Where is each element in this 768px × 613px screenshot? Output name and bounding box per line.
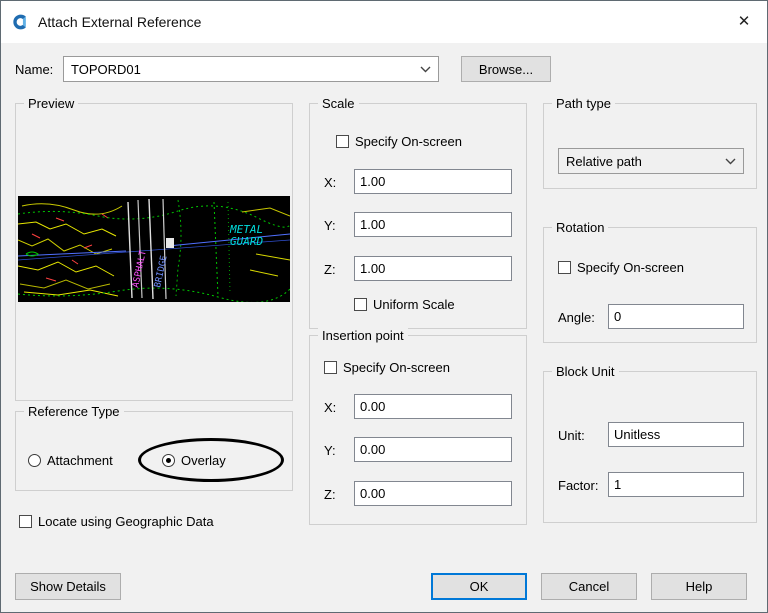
xref-preview-image: ASPHALT BRIDGE METAL GUARD [18, 196, 290, 302]
show-details-button[interactable]: Show Details [15, 573, 121, 600]
insertion-z-label: Z: [324, 487, 336, 502]
cancel-button[interactable]: Cancel [541, 573, 637, 600]
insertion-y-label: Y: [324, 443, 336, 458]
chevron-down-icon[interactable] [725, 158, 736, 165]
path-type-group: Path type Relative path [543, 103, 757, 189]
path-type-value: Relative path [566, 154, 642, 169]
locate-geographic-checkbox[interactable]: Locate using Geographic Data [19, 514, 214, 529]
ok-button[interactable]: OK [431, 573, 527, 600]
reference-type-group-label: Reference Type [24, 404, 124, 420]
angle-label: Angle: [558, 310, 595, 325]
reference-type-group: Reference Type Attachment Overlay [15, 411, 293, 491]
insertion-x-input[interactable] [354, 394, 512, 419]
scale-group-label: Scale [318, 96, 359, 112]
radio-overlay[interactable]: Overlay [162, 453, 226, 468]
uniform-scale-checkbox[interactable]: Uniform Scale [354, 297, 455, 312]
rotation-group-label: Rotation [552, 220, 608, 236]
rotation-specify-label: Specify On-screen [577, 260, 684, 275]
insertion-point-group: Insertion point Specify On-screen X: Y: … [309, 335, 527, 525]
radio-attachment[interactable]: Attachment [28, 453, 113, 468]
name-combobox-value: TOPORD01 [71, 62, 141, 77]
insertion-specify-onscreen-checkbox[interactable]: Specify On-screen [324, 360, 450, 375]
insertion-x-label: X: [324, 400, 336, 415]
rotation-group: Rotation Specify On-screen Angle: [543, 227, 757, 343]
block-unit-group-label: Block Unit [552, 364, 619, 380]
close-button[interactable]: ✕ [721, 1, 767, 41]
radio-overlay-label: Overlay [181, 453, 226, 468]
path-type-combobox[interactable]: Relative path [558, 148, 744, 174]
block-unit-group: Block Unit Unit: Factor: [543, 371, 757, 523]
preview-text-guard: GUARD [230, 235, 263, 248]
factor-field[interactable] [608, 472, 744, 497]
scale-y-label: Y: [324, 218, 336, 233]
factor-label: Factor: [558, 478, 598, 493]
angle-input[interactable] [608, 304, 744, 329]
locate-geographic-label: Locate using Geographic Data [38, 514, 214, 529]
checkbox-icon [336, 135, 349, 148]
scale-x-label: X: [324, 175, 336, 190]
radio-circle-icon [28, 454, 41, 467]
checkbox-icon [19, 515, 32, 528]
help-button[interactable]: Help [651, 573, 747, 600]
window-title: Attach External Reference [38, 14, 201, 30]
scale-specify-label: Specify On-screen [355, 134, 462, 149]
insertion-specify-label: Specify On-screen [343, 360, 450, 375]
scale-z-label: Z: [324, 262, 336, 277]
uniform-scale-label: Uniform Scale [373, 297, 455, 312]
radio-circle-icon [162, 454, 175, 467]
titlebar: Attach External Reference ✕ [1, 1, 767, 43]
attach-external-reference-dialog: Attach External Reference ✕ Name: TOPORD… [0, 0, 768, 613]
chevron-down-icon[interactable] [420, 66, 431, 73]
name-combobox[interactable]: TOPORD01 [63, 56, 439, 82]
scale-y-input[interactable] [354, 212, 512, 237]
checkbox-icon [558, 261, 571, 274]
unit-label: Unit: [558, 428, 585, 443]
insertion-z-input[interactable] [354, 481, 512, 506]
insertion-y-input[interactable] [354, 437, 512, 462]
checkbox-icon [324, 361, 337, 374]
insertion-point-group-label: Insertion point [318, 328, 408, 344]
preview-group-label: Preview [24, 96, 78, 112]
name-label: Name: [15, 62, 53, 77]
path-type-group-label: Path type [552, 96, 615, 112]
checkbox-icon [354, 298, 367, 311]
scale-specify-onscreen-checkbox[interactable]: Specify On-screen [336, 134, 462, 149]
browse-button[interactable]: Browse... [461, 56, 551, 82]
scale-z-input[interactable] [354, 256, 512, 281]
radio-attachment-label: Attachment [47, 453, 113, 468]
rotation-specify-onscreen-checkbox[interactable]: Specify On-screen [558, 260, 684, 275]
unit-field[interactable] [608, 422, 744, 447]
scale-group: Scale Specify On-screen X: Y: Z: Uniform… [309, 103, 527, 329]
app-icon [11, 13, 29, 31]
preview-group: Preview [15, 103, 293, 401]
scale-x-input[interactable] [354, 169, 512, 194]
